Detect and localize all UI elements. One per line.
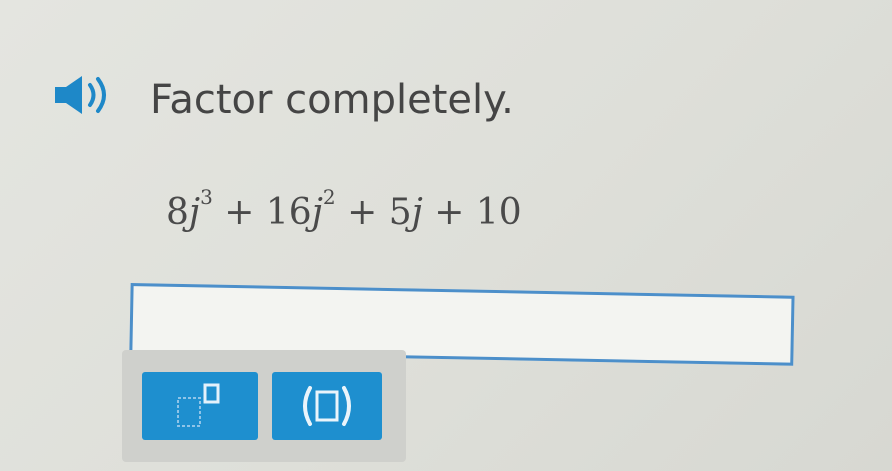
math-expression: 8j3 + 16j2 + 5j + 10 (166, 187, 522, 233)
term-3-variable: j (411, 192, 423, 233)
speaker-icon (55, 76, 106, 114)
superscript-template-icon (177, 383, 220, 427)
parentheses-template-icon (303, 386, 351, 426)
operator-plus-2: + (347, 192, 378, 233)
parentheses-button[interactable] (272, 372, 382, 440)
operator-plus-1: + (224, 192, 255, 233)
term-2-coefficient: 16 (265, 192, 312, 233)
term-1-coefficient: 8 (166, 192, 189, 233)
question-prompt: Factor completely. (150, 77, 514, 123)
audio-speaker-button[interactable] (52, 72, 126, 118)
operator-plus-3: + (434, 192, 465, 233)
term-4-constant: 10 (475, 192, 522, 233)
term-1-exponent: 3 (200, 185, 213, 209)
term-2-exponent: 2 (322, 185, 336, 209)
superscript-button[interactable] (142, 372, 258, 440)
math-toolbar (122, 350, 406, 462)
term-1-variable: j (188, 192, 201, 233)
term-2-variable: j (311, 192, 323, 233)
term-3-coefficient: 5 (388, 192, 412, 233)
